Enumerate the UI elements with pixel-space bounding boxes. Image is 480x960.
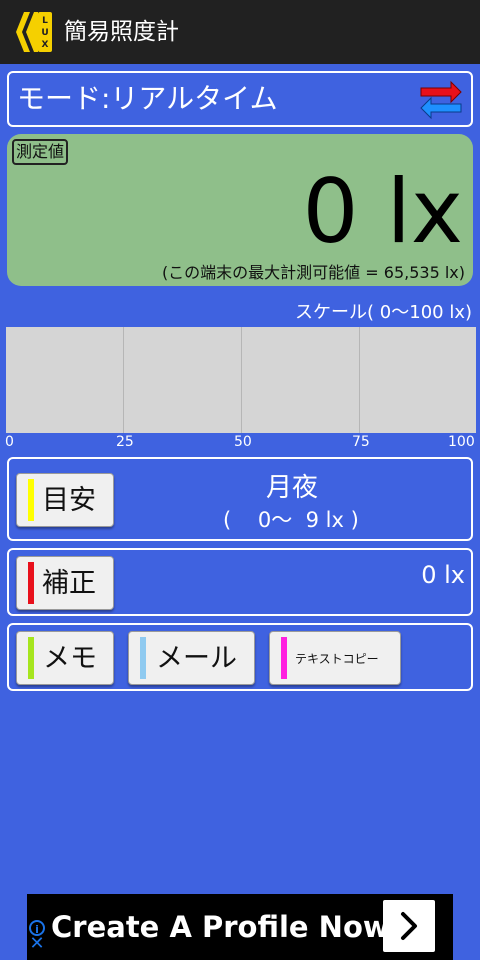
memo-color-strip (28, 637, 34, 679)
copy-color-strip (281, 637, 287, 679)
scale-divider (359, 327, 360, 433)
lux-logo-icon: L U X (16, 12, 52, 52)
logo-letter-l: L (42, 16, 48, 26)
mail-color-strip (140, 637, 146, 679)
scale-tick-25: 25 (116, 434, 134, 450)
guide-button[interactable]: 目安 (16, 473, 114, 527)
memo-button-label: メモ (43, 643, 97, 674)
scale-tick-0: 0 (5, 434, 14, 450)
correction-value: 0 lx (421, 561, 465, 589)
app-bar: L U X 簡易照度計 (0, 0, 480, 64)
measurement-value: 0 lx (302, 160, 464, 263)
logo-letter-u: U (41, 28, 48, 38)
scale-tick-50: 50 (234, 434, 252, 450)
correction-button[interactable]: 補正 (16, 556, 114, 610)
memo-button[interactable]: メモ (16, 631, 114, 685)
measurement-tag: 測定値 (12, 139, 69, 165)
correction-color-strip (28, 562, 34, 604)
max-measurable-note: (この端末の最大計測可能値 = 65,535 lx) (161, 263, 465, 282)
ad-banner[interactable]: i ✕ Create A Profile Now (27, 894, 453, 960)
text-copy-button-label: テキストコピー (295, 652, 379, 666)
text-copy-button[interactable]: テキストコピー (269, 631, 401, 685)
chevron-right-icon (401, 912, 417, 940)
swap-arrows-icon[interactable] (419, 80, 463, 120)
guide-name: 月夜 (265, 473, 318, 503)
app-title: 簡易照度計 (64, 19, 179, 45)
ad-text: Create A Profile Now (51, 910, 390, 944)
scale-tick-100: 100 (448, 434, 475, 450)
scale-tick-75: 75 (352, 434, 370, 450)
guide-panel: 目安 月夜 ( 0〜 9 lx ) (7, 457, 473, 541)
measurement-panel: 測定値 0 lx (この端末の最大計測可能値 = 65,535 lx) (7, 134, 473, 286)
action-buttons-panel: メモ メール テキストコピー (7, 623, 473, 691)
ad-close-icon[interactable]: ✕ (29, 935, 45, 953)
mail-button[interactable]: メール (128, 631, 255, 685)
mode-label: モード:リアルタイム (17, 82, 278, 115)
ad-arrow-button[interactable] (383, 900, 435, 952)
logo-letter-x: X (42, 40, 49, 50)
mail-button-label: メール (156, 643, 237, 674)
guide-button-label: 目安 (42, 485, 96, 516)
correction-button-label: 補正 (42, 568, 96, 599)
guide-range: ( 0〜 9 lx ) (223, 508, 359, 532)
scale-bar (6, 327, 476, 433)
scale-label: スケール( 0〜100 lx) (295, 302, 472, 323)
scale-divider (241, 327, 242, 433)
guide-color-strip (28, 479, 34, 521)
mode-selector[interactable]: モード:リアルタイム (7, 71, 473, 127)
scale-divider (123, 327, 124, 433)
correction-panel: 補正 0 lx (7, 548, 473, 616)
